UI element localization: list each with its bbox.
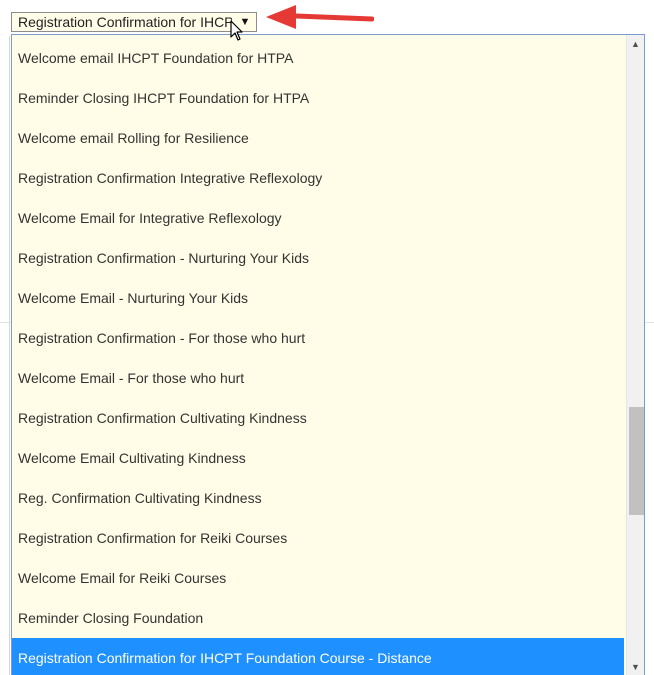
option-list: Welcome email IHCPT Foundation for HTPA R… (12, 38, 624, 675)
dropdown-option[interactable]: Welcome Email Cultivating Kindness (12, 438, 624, 478)
scrollbar-thumb[interactable] (629, 407, 644, 515)
dropdown-option[interactable]: Registration Confirmation - Nurturing Yo… (12, 238, 624, 278)
dropdown-option[interactable]: Registration Confirmation for Reiki Cour… (12, 518, 624, 558)
dropdown-list[interactable]: Welcome email IHCPT Foundation for HTPA R… (11, 34, 645, 675)
dropdown-option[interactable]: Welcome email IHCPT Foundation for HTPA (12, 38, 624, 78)
pointer-arrow-icon (230, 20, 243, 41)
dropdown-option[interactable]: Registration Confirmation - For those wh… (12, 318, 624, 358)
background-edge (9, 36, 10, 675)
dropdown-option[interactable]: Registration Confirmation for IHCPT Foun… (12, 638, 624, 675)
dropdown-option[interactable]: Reminder Closing Foundation (12, 598, 624, 638)
dropdown-option[interactable]: Registration Confirmation Cultivating Ki… (12, 398, 624, 438)
scroll-up-icon[interactable]: ▲ (627, 35, 644, 53)
dropdown-option[interactable]: Reg. Confirmation Cultivating Kindness (12, 478, 624, 518)
scrollbar[interactable]: ▲ ▼ (626, 35, 644, 675)
dropdown-option[interactable]: Welcome Email - Nurturing Your Kids (12, 278, 624, 318)
select-current-value: Registration Confirmation for IHCPT Foun… (18, 14, 232, 30)
dropdown-option[interactable]: Welcome Email - For those who hurt (12, 358, 624, 398)
dropdown-option[interactable]: Reminder Closing IHCPT Foundation for HT… (12, 78, 624, 118)
red-arrow-icon (266, 5, 374, 29)
dropdown-option[interactable]: Welcome Email for Reiki Courses (12, 558, 624, 598)
dropdown-option[interactable]: Welcome email Rolling for Resilience (12, 118, 624, 158)
page: Registration Confirmation for IHCPT Foun… (0, 0, 654, 675)
dropdown-option[interactable]: Registration Confirmation Integrative Re… (12, 158, 624, 198)
email-template-select[interactable]: Registration Confirmation for IHCPT Foun… (11, 12, 257, 32)
dropdown-option[interactable]: Welcome Email for Integrative Reflexolog… (12, 198, 624, 238)
scroll-down-icon[interactable]: ▼ (627, 658, 644, 675)
